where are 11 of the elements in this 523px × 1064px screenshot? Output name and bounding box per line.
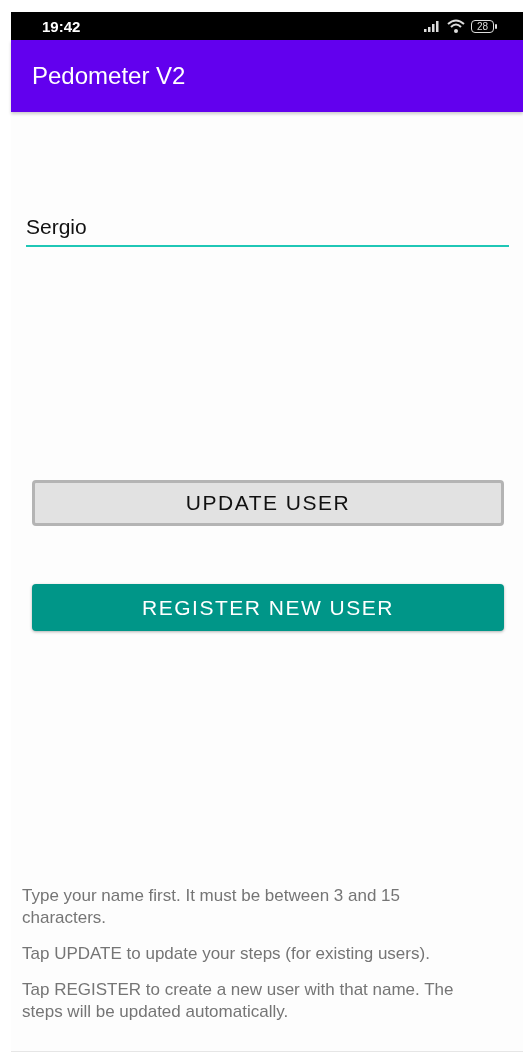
name-input-field[interactable]: Sergio: [26, 215, 509, 247]
help-text: Tap UPDATE to update your steps (for existing users).: [22, 943, 431, 965]
wifi-icon: [446, 19, 465, 33]
app-title: Pedometer V2: [32, 62, 186, 90]
status-time: 19:42: [42, 17, 82, 35]
update-button[interactable]: UPDATE USER: [32, 480, 504, 526]
register-button[interactable]: REGISTER NEW USER: [32, 584, 504, 631]
signal-icon: [423, 20, 441, 32]
battery-indicator: 28: [470, 19, 497, 33]
help-text: Tap REGISTER to create a new user with that name. The steps will be updated automatically.: [22, 979, 455, 1023]
help-text: Type your name first. It must be between 3 and 15 characters.: [22, 885, 401, 929]
